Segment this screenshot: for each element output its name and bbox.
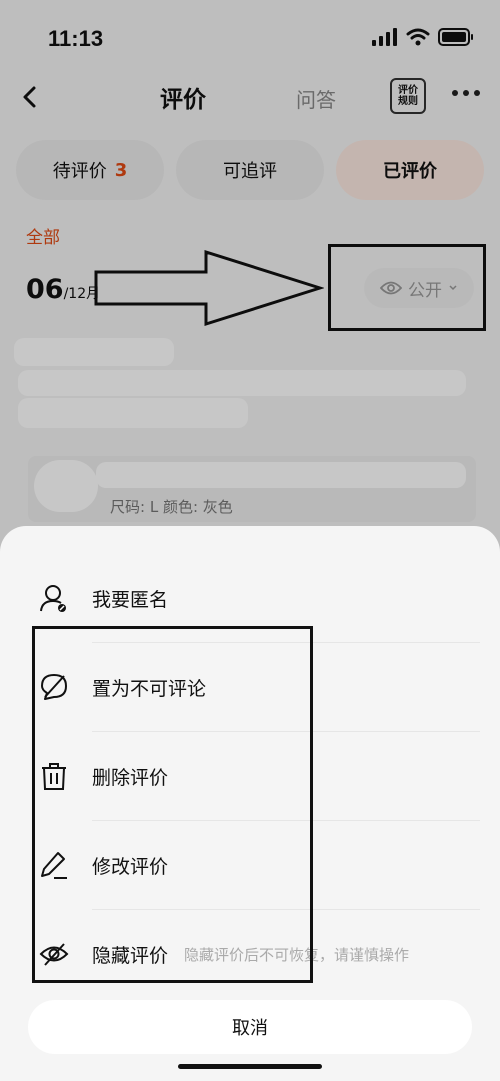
cancel-button[interactable]: 取消	[28, 1000, 472, 1054]
home-indicator	[178, 1064, 322, 1069]
anonymous-user-icon	[38, 582, 70, 614]
annotation-highlight-box	[32, 626, 313, 983]
option-label: 我要匿名	[92, 588, 169, 611]
